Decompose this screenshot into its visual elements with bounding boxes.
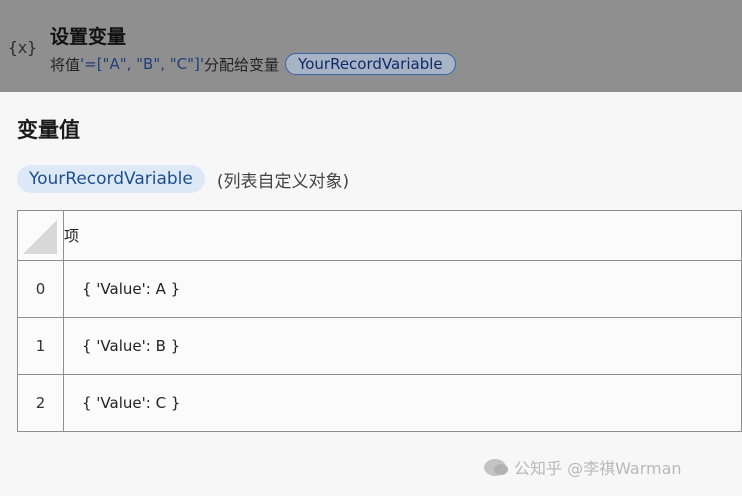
wechat-icon — [484, 458, 508, 476]
desc-suffix: 分配给变量 — [204, 55, 280, 74]
desc-value: '=["A", "B", "C"]' — [80, 55, 205, 73]
action-title: 设置变量 — [50, 26, 127, 48]
table-header-row: 项 — [17, 210, 742, 261]
variable-table: 项 0 { 'Value': A } 1 { 'Value': B } 2 { … — [17, 210, 742, 432]
desc-prefix: 将值 — [50, 55, 81, 74]
variable-value-panel: 变量值 YourRecordVariable (列表自定义对象) 项 0 { '… — [0, 92, 742, 496]
row-value[interactable]: { 'Value': A } — [63, 260, 742, 318]
row-index: 0 — [17, 260, 64, 318]
variable-pill[interactable]: YourRecordVariable — [17, 165, 205, 193]
watermark: 公知乎 @李祺Warman — [484, 455, 682, 479]
watermark-text: 公知乎 @李祺Warman — [514, 459, 682, 478]
row-index: 2 — [17, 374, 64, 432]
table-row[interactable]: 0 { 'Value': A } — [17, 260, 742, 318]
corner-triangle-icon — [23, 220, 57, 254]
action-header: {x} 设置变量 将值 '=["A", "B", "C"]' 分配给变量 You… — [0, 0, 742, 92]
variable-type-label: (列表自定义对象) — [216, 171, 350, 192]
row-index: 1 — [17, 317, 64, 375]
variable-icon: {x} — [8, 38, 37, 57]
row-value[interactable]: { 'Value': B } — [63, 317, 742, 375]
table-row[interactable]: 2 { 'Value': C } — [17, 374, 742, 432]
column-header-item[interactable]: 项 — [63, 210, 742, 261]
table-row[interactable]: 1 { 'Value': B } — [17, 317, 742, 375]
variable-row: YourRecordVariable (列表自定义对象) — [17, 165, 349, 193]
action-description: 将值 '=["A", "B", "C"]' 分配给变量 YourRecordVa… — [50, 51, 456, 77]
select-all-corner[interactable] — [17, 210, 64, 261]
action-variable-pill[interactable]: YourRecordVariable — [285, 53, 456, 75]
panel-title: 变量值 — [17, 118, 80, 142]
row-value[interactable]: { 'Value': C } — [63, 374, 742, 432]
